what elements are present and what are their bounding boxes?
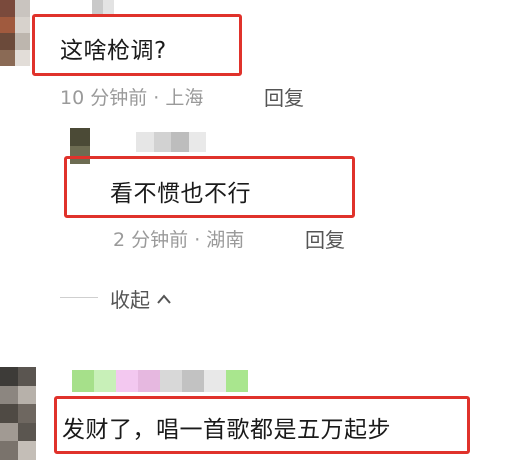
mosaic-block — [18, 441, 36, 460]
mosaic-block — [0, 33, 15, 50]
comment-time: 10 分钟前 — [60, 87, 148, 109]
reply-button[interactable]: 回复 — [264, 82, 304, 111]
mosaic-block — [0, 422, 18, 442]
comment-location: 上海 — [165, 87, 204, 109]
comment-time: 2 分钟前 — [113, 229, 189, 251]
mosaic-block — [138, 370, 160, 392]
mosaic-block — [0, 441, 18, 460]
mosaic-block — [0, 367, 18, 386]
mosaic-block — [15, 16, 30, 33]
mosaic-block — [103, 0, 114, 14]
mosaic-block — [15, 0, 30, 17]
mosaic-block — [18, 422, 36, 442]
mosaic-block — [0, 0, 15, 17]
collapse-replies-button[interactable]: 收起 — [110, 284, 172, 313]
mosaic-block — [0, 404, 18, 423]
meta-separator: · — [153, 87, 160, 109]
avatar[interactable] — [0, 367, 36, 460]
username[interactable] — [136, 132, 206, 152]
comment-meta: 2 分钟前 · 湖南 — [113, 225, 244, 252]
mosaic-block — [70, 128, 90, 146]
collapse-divider — [60, 297, 98, 298]
mosaic-block — [0, 16, 15, 33]
mosaic-block — [182, 370, 204, 392]
mosaic-block — [0, 385, 18, 405]
mosaic-block — [15, 33, 30, 50]
mosaic-block — [92, 0, 103, 14]
mosaic-block — [204, 370, 226, 392]
chevron-up-icon — [157, 293, 171, 304]
mosaic-block — [18, 404, 36, 423]
mosaic-block — [15, 49, 30, 66]
username[interactable] — [92, 0, 114, 14]
comment-location: 湖南 — [206, 229, 245, 251]
comment-meta: 10 分钟前 · 上海 — [60, 83, 203, 110]
meta-separator: · — [194, 229, 201, 251]
username[interactable] — [72, 370, 248, 392]
mosaic-block — [136, 132, 154, 152]
mosaic-block — [153, 132, 171, 152]
mosaic-block — [72, 370, 94, 392]
mosaic-block — [188, 132, 206, 152]
avatar[interactable] — [0, 0, 30, 66]
mosaic-block — [18, 385, 36, 405]
mosaic-block — [226, 370, 248, 392]
reply-button[interactable]: 回复 — [305, 224, 345, 253]
mosaic-block — [94, 370, 116, 392]
mosaic-block — [116, 370, 138, 392]
comment-text: 发财了，唱一首歌都是五万起步 — [62, 417, 391, 443]
mosaic-block — [160, 370, 182, 392]
comment-text: 这啥枪调? — [60, 38, 167, 64]
mosaic-block — [18, 367, 36, 386]
collapse-label: 收起 — [110, 288, 150, 312]
comment-text: 看不惯也不行 — [110, 181, 251, 207]
mosaic-block — [0, 49, 15, 66]
mosaic-block — [171, 132, 189, 152]
